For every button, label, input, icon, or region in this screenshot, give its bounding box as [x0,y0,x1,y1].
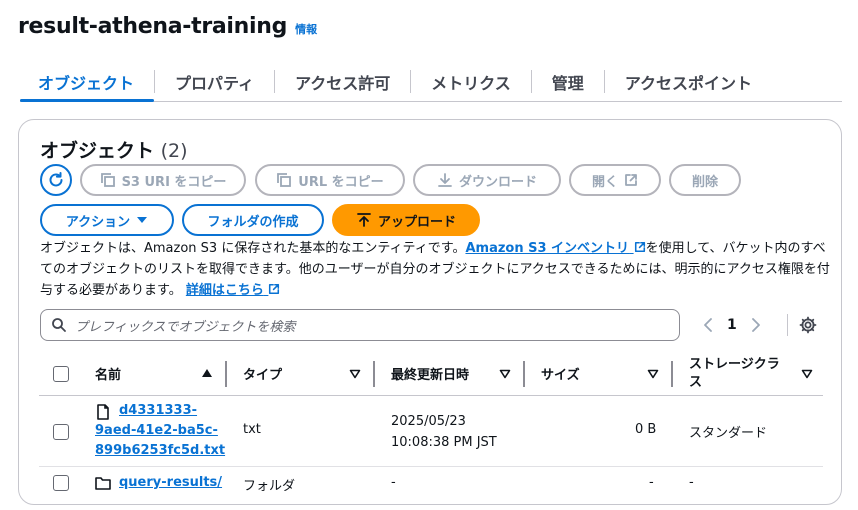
search-placeholder: プレフィックスでオブジェクトを検索 [75,319,296,335]
open-label: 開く [591,174,618,190]
learn-more-link[interactable]: 詳細はこちら [186,283,281,298]
tab-bar: オブジェクト プロパティ アクセス許可 メトリクス 管理 アクセスポイント [20,62,842,102]
header-type[interactable]: タイプ [243,364,282,383]
delete-label: 削除 [691,174,718,190]
open-button[interactable]: 開く [569,164,661,196]
refresh-button[interactable] [40,164,72,196]
panel-title-text: オブジェクト [40,140,155,162]
header-last-modified[interactable]: 最終更新日時 [391,364,469,383]
create-folder-button[interactable]: フォルダの作成 [182,204,324,236]
page-number[interactable]: 1 [727,317,737,333]
delete-button[interactable]: 削除 [669,164,741,196]
header-storage-class[interactable]: ストレージクラス [689,356,789,392]
download-label: ダウンロード [458,174,537,190]
bucket-header: result-athena-training 情報 [18,14,317,39]
header-name[interactable]: 名前 [95,364,121,383]
object-type: txt [243,422,261,437]
row-checkbox[interactable] [53,424,69,440]
create-folder-label: フォルダの作成 [207,214,299,230]
sort-icon[interactable] [801,369,813,379]
info-link[interactable]: 情報 [295,21,317,37]
tab-metrics[interactable]: メトリクス [411,62,531,101]
pager-divider [787,314,788,336]
object-type: フォルダ [243,479,296,494]
sort-icon[interactable] [647,369,659,379]
copy-url-label: URL をコピー [298,174,384,190]
search-icon [52,318,66,332]
object-storage-class: スタンダード [689,426,768,441]
search-input[interactable]: プレフィックスでオブジェクトを検索 [40,309,680,341]
sort-icon[interactable] [349,369,361,379]
object-storage-class: - [689,475,694,490]
chevron-right-icon[interactable] [751,318,761,332]
folder-name-link[interactable]: query-results/ [119,475,222,490]
pagination: 1 [703,309,761,341]
settings-gear-icon[interactable] [799,316,817,334]
objects-table: 名前 タイプ 最終更新日時 サイズ ストレージクラス d4331333- 9ae… [39,352,823,501]
header-size[interactable]: サイズ [541,364,580,383]
caret-down-icon [137,217,148,223]
upload-icon [357,213,371,227]
actions-label: アクション [65,214,131,230]
bucket-title: result-athena-training [18,14,288,39]
download-button[interactable]: ダウンロード [413,164,561,196]
tab-properties[interactable]: プロパティ [155,62,274,101]
sort-icon[interactable] [499,369,511,379]
object-size: 0 B [635,422,657,437]
column-resizer[interactable] [373,361,375,387]
select-all-checkbox[interactable] [53,365,69,382]
column-resizer[interactable] [671,361,673,387]
folder-icon [95,477,111,490]
external-link-icon [625,174,637,186]
actions-dropdown[interactable]: アクション [40,204,174,236]
table-row: query-results/ フォルダ - - - [39,467,823,501]
external-link-icon [634,241,645,253]
objects-description: オブジェクトは、Amazon S3 に保存された基本的なエンティティです。Ama… [40,238,830,301]
column-resizer[interactable] [225,361,227,387]
download-icon [438,173,452,187]
copy-icon [277,173,292,187]
chevron-left-icon[interactable] [703,318,713,332]
tab-objects[interactable]: オブジェクト [20,62,155,102]
upload-label: アップロード [377,214,456,230]
panel-title: オブジェクト (2) [40,136,188,163]
copy-s3-uri-label: S3 URI をコピー [121,174,227,190]
tab-permissions[interactable]: アクセス許可 [275,62,410,101]
column-resizer[interactable] [523,361,525,387]
tab-access-points[interactable]: アクセスポイント [605,62,772,101]
description-text-1: オブジェクトは、Amazon S3 に保存された基本的なエンティティです。 [40,241,466,256]
copy-url-button[interactable]: URL をコピー [255,164,405,196]
object-size: - [649,475,654,490]
object-last-modified: - [391,475,396,490]
object-name-link[interactable]: d4331333- 9aed-41e2-ba5c- 899b6253fc5d.t… [95,401,225,461]
object-count: (2) [160,140,188,162]
objects-panel: オブジェクト (2) S3 URI をコピー URL をコピー ダウンロード 開… [18,119,842,505]
external-link-icon [269,283,280,295]
tab-management[interactable]: 管理 [532,62,604,101]
copy-s3-uri-button[interactable]: S3 URI をコピー [80,164,246,196]
row-checkbox[interactable] [53,475,69,491]
copy-icon [100,173,115,187]
sort-ascending-icon[interactable] [201,368,213,378]
object-last-modified: 2025/05/23 10:08:38 PM JST [391,414,497,450]
table-row: d4331333- 9aed-41e2-ba5c- 899b6253fc5d.t… [39,396,823,467]
inventory-link[interactable]: Amazon S3 インベントリ [465,241,645,256]
refresh-icon [49,172,63,187]
table-header: 名前 タイプ 最終更新日時 サイズ ストレージクラス [39,352,823,396]
upload-button[interactable]: アップロード [332,204,480,236]
